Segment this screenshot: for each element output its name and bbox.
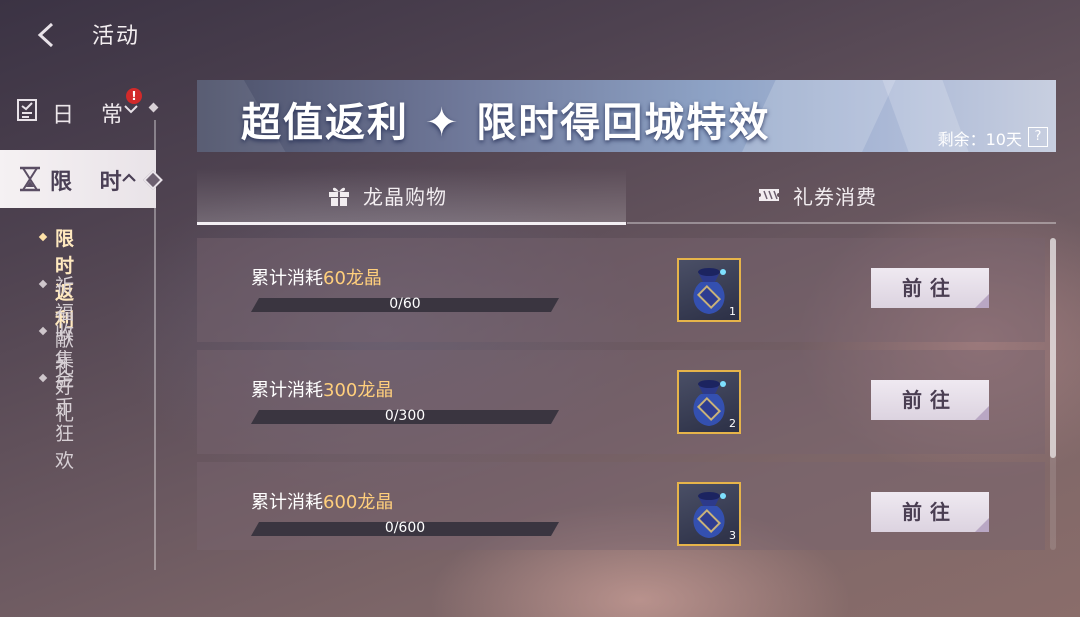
reward-count: 2 (729, 417, 736, 430)
ticket-icon (759, 189, 779, 201)
tab-voucher-consumption[interactable]: 礼券消费 (627, 168, 1056, 224)
go-button-label: 前往 (902, 388, 958, 412)
sidebar-item-limited[interactable]: 限 时 (0, 150, 163, 208)
banner-title: 超值返利 ✦ 限时得回城特效 (241, 100, 771, 146)
button-corner-decoration (975, 518, 989, 532)
reward-count: 1 (729, 305, 736, 318)
reward-item[interactable]: 2 (677, 370, 741, 434)
tab-label: 龙晶购物 (363, 185, 447, 209)
reward-item[interactable]: 3 (677, 482, 741, 546)
reward-row: 累计消耗600龙晶 0/600 3 前往 (197, 462, 1045, 550)
reward-list[interactable]: 累计消耗60龙晶 0/60 1 前往 累计消耗300龙晶 0/300 2 前往 … (197, 238, 1045, 550)
help-button[interactable]: ? (1028, 127, 1048, 147)
event-banner: 超值返利 ✦ 限时得回城特效 剩余：10天 ? (197, 80, 1056, 152)
reward-amount: 300龙晶 (323, 380, 394, 401)
subnav-label: 金币狂欢 (55, 369, 76, 472)
remaining-time: 剩余：10天 (937, 130, 1022, 149)
page-title: 活动 (92, 24, 141, 49)
chevron-up-icon (122, 173, 136, 182)
sidebar-item-label: 日 常 (52, 103, 133, 128)
reward-description: 累计消耗60龙晶 (251, 264, 382, 290)
sidebar-item-label: 限 时 (50, 170, 132, 195)
reward-prefix: 累计消耗 (251, 380, 323, 401)
hourglass-icon (20, 166, 40, 192)
tab-dragon-crystal-shopping[interactable]: 龙晶购物 (197, 168, 626, 225)
go-button[interactable]: 前往 (871, 268, 989, 308)
scrollbar[interactable] (1050, 238, 1056, 550)
button-corner-decoration (975, 294, 989, 308)
chevron-down-icon (124, 105, 138, 114)
reward-prefix: 累计消耗 (251, 268, 323, 289)
diamond-marker-icon (143, 170, 163, 190)
bullet-icon (38, 279, 48, 289)
activity-screen: 活动 日 常 ! 限 时 限时返利 祈福献礼 收集好礼 金币狂欢 超值返利 ✦ … (0, 0, 1080, 617)
diamond-marker-icon (148, 102, 159, 113)
go-button-label: 前往 (902, 276, 958, 300)
progress-text: 0/600 (384, 520, 426, 536)
notification-badge: ! (126, 88, 142, 104)
reward-row: 累计消耗300龙晶 0/300 2 前往 (197, 350, 1045, 454)
checklist-icon (17, 99, 37, 121)
reward-count: 3 (729, 529, 736, 542)
bullet-icon (38, 373, 48, 383)
go-button-label: 前往 (902, 500, 958, 524)
tab-label: 礼券消费 (793, 185, 877, 209)
top-bar: 活动 (0, 0, 1080, 70)
bullet-icon (38, 326, 48, 336)
reward-item[interactable]: 1 (677, 258, 741, 322)
reward-amount: 600龙晶 (323, 492, 394, 513)
sidebar-item-daily[interactable]: 日 常 ! (14, 88, 164, 130)
go-button[interactable]: 前往 (871, 492, 989, 532)
bullet-icon (38, 232, 48, 242)
button-corner-decoration (975, 406, 989, 420)
progress-text: 0/60 (389, 296, 421, 312)
reward-row: 累计消耗60龙晶 0/60 1 前往 (197, 238, 1045, 342)
reward-prefix: 累计消耗 (251, 492, 323, 513)
reward-description: 累计消耗600龙晶 (251, 488, 393, 514)
progress-text: 0/300 (384, 408, 426, 424)
go-button[interactable]: 前往 (871, 380, 989, 420)
reward-description: 累计消耗300龙晶 (251, 376, 393, 402)
tab-bar: 龙晶购物 礼券消费 (197, 168, 1056, 225)
reward-amount: 60龙晶 (323, 268, 382, 289)
scrollbar-thumb[interactable] (1050, 238, 1056, 458)
gift-icon (329, 187, 349, 206)
back-arrow-icon[interactable] (30, 18, 64, 52)
